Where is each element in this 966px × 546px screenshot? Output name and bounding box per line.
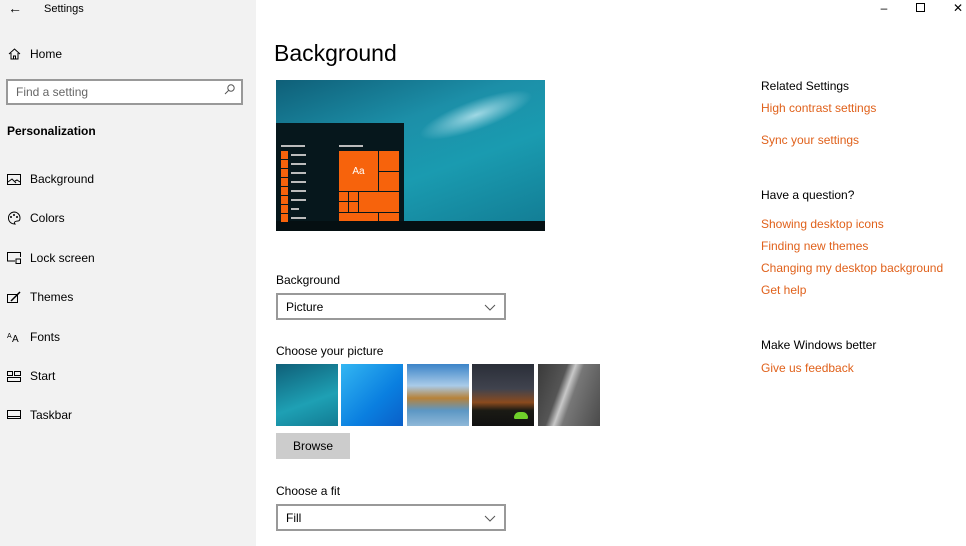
preview-tile: Aa (339, 151, 378, 191)
sidebar-item-colors[interactable]: Colors (0, 200, 256, 236)
make-windows-better-heading: Make Windows better (761, 338, 877, 352)
preview-list-tile (281, 187, 288, 195)
search-input[interactable]: Find a setting (6, 79, 243, 105)
sidebar-item-label: Lock screen (30, 250, 95, 265)
sidebar-item-home[interactable]: Home (0, 36, 256, 72)
preview-list-tile (281, 160, 288, 168)
sidebar-item-label: Themes (30, 290, 74, 305)
background-label: Background (276, 273, 341, 287)
search-icon[interactable] (224, 84, 235, 98)
sidebar-item-lock-screen[interactable]: Lock screen (0, 240, 256, 276)
chevron-down-icon (484, 301, 496, 315)
sidebar-item-label: Fonts (30, 329, 61, 344)
back-icon[interactable]: ← (8, 0, 22, 16)
chevron-down-icon (484, 512, 496, 526)
preview-list-line (291, 199, 306, 201)
section-heading: Personalization (7, 124, 96, 138)
preview-list-tile (281, 214, 288, 222)
picture-thumbnail-underwater[interactable] (276, 364, 338, 426)
sidebar-item-label: Start (30, 369, 56, 383)
start-icon (0, 370, 30, 382)
sidebar-item-label: Taskbar (30, 408, 73, 423)
background-preview: Aa (276, 80, 545, 231)
sidebar-item-label: Colors (30, 211, 65, 226)
preview-list-tile (281, 178, 288, 186)
picture-thumbnail-night-sky[interactable] (472, 364, 534, 426)
new-themes-link[interactable]: Finding new themes (761, 239, 868, 253)
page-title: Background (274, 40, 397, 66)
picture-thumbnail-windows[interactable] (341, 364, 403, 426)
high-contrast-link[interactable]: High contrast settings (761, 101, 876, 115)
window-title: Settings (44, 3, 84, 15)
change-background-link[interactable]: Changing my desktop background (761, 261, 943, 275)
preview-taskbar (276, 221, 545, 231)
preview-list-tile (281, 205, 288, 213)
minimize-button[interactable]: – (866, 0, 902, 16)
sync-settings-link[interactable]: Sync your settings (761, 133, 859, 147)
preview-list-tile (281, 196, 288, 204)
svg-text:A: A (12, 334, 19, 343)
sidebar-item-label: Background (30, 172, 95, 186)
themes-icon (0, 291, 30, 304)
preview-list-line (291, 208, 299, 210)
sidebar: ← Settings Home Find a setting Personali… (0, 0, 256, 546)
fit-dropdown-value: Fill (286, 511, 302, 525)
preview-list-line (291, 217, 306, 219)
picture-thumbnail-rock[interactable] (538, 364, 600, 426)
fit-label: Choose a fit (276, 484, 341, 498)
feedback-link[interactable]: Give us feedback (761, 361, 854, 375)
fonts-icon: AA (0, 331, 30, 343)
sidebar-item-fonts[interactable]: A A Fonts (0, 319, 256, 355)
background-dropdown[interactable]: Picture (276, 293, 506, 320)
preview-list-tile (281, 169, 288, 177)
related-settings-heading: Related Settings (761, 79, 850, 93)
background-dropdown-value: Picture (286, 300, 324, 314)
palette-icon (0, 211, 30, 225)
preview-list-tile (281, 151, 288, 159)
taskbar-icon (0, 410, 30, 420)
browse-button[interactable]: Browse (276, 433, 350, 459)
question-heading: Have a question? (761, 188, 855, 202)
picture-thumbnail-beach[interactable] (407, 364, 469, 426)
choose-picture-label: Choose your picture (276, 344, 384, 358)
sidebar-item-background[interactable]: Background (0, 161, 256, 197)
preview-list-line (291, 154, 306, 156)
maximize-button[interactable] (903, 0, 939, 16)
get-help-link[interactable]: Get help (761, 283, 806, 297)
preview-list-line (291, 163, 306, 165)
sidebar-item-label: Home (30, 47, 63, 61)
sidebar-item-taskbar[interactable]: Taskbar (0, 397, 256, 433)
lock-screen-icon (0, 251, 30, 264)
preview-list-line (291, 190, 306, 192)
home-icon (0, 48, 30, 60)
preview-list-line (291, 181, 306, 183)
desktop-icons-link[interactable]: Showing desktop icons (761, 217, 884, 231)
sidebar-item-start[interactable]: Start (0, 358, 256, 394)
close-button[interactable]: ✕ (940, 0, 966, 16)
fit-dropdown[interactable]: Fill (276, 504, 506, 531)
picture-icon (0, 173, 30, 185)
preview-list-line (291, 172, 306, 174)
search-placeholder: Find a setting (16, 85, 89, 99)
sidebar-item-themes[interactable]: Themes (0, 279, 256, 315)
